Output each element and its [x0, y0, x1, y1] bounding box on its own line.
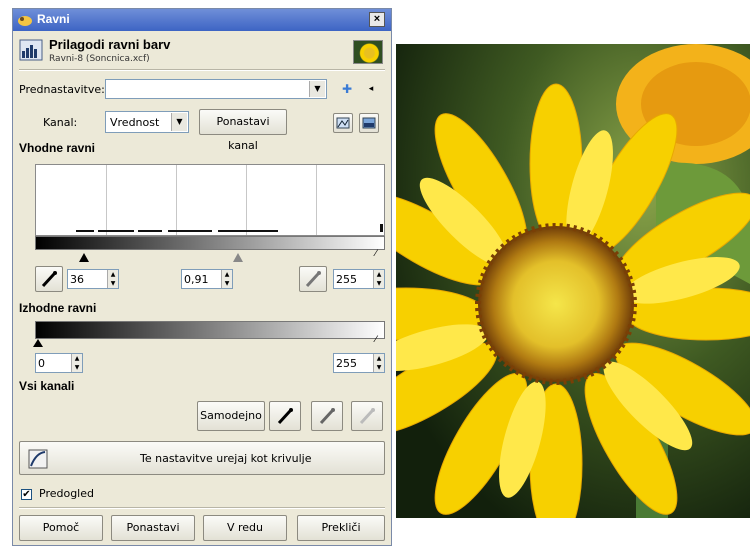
spinner-arrows-icon[interactable]: ▲ ▼ [107, 270, 118, 288]
channel-combo[interactable]: Vrednost ▼ [105, 111, 189, 133]
grid-line [246, 165, 247, 235]
window-title: Ravni [37, 12, 70, 26]
input-levels-heading: Vhodne ravni [19, 141, 96, 155]
input-black-value: 36 [70, 273, 84, 286]
ok-button[interactable]: V redu [203, 515, 287, 541]
output-low-spinner[interactable]: 0 ▲ ▼ [35, 353, 83, 373]
log-histogram-icon [362, 117, 376, 129]
grid-line [106, 165, 107, 235]
input-black-spinner[interactable]: 36 ▲ ▼ [67, 269, 119, 289]
pick-white-button[interactable] [351, 401, 383, 431]
output-gradient[interactable] [35, 321, 385, 339]
reset-button[interactable]: Ponastavi [111, 515, 195, 541]
cancel-button[interactable]: Prekliči [297, 515, 385, 541]
presets-label: Prednastavitve: [19, 83, 105, 96]
channel-value: Vrednost [110, 116, 160, 129]
close-icon: × [373, 13, 381, 25]
spinner-arrows-icon[interactable]: ▲ ▼ [373, 354, 384, 372]
eyedropper-black-icon [277, 408, 293, 425]
add-preset-icon[interactable]: ✚ [339, 81, 355, 97]
image-thumbnail [353, 40, 383, 64]
input-white-value: 255 [336, 273, 357, 286]
histogram-bar [380, 224, 383, 232]
output-black-marker[interactable] [33, 339, 43, 347]
gimp-icon [18, 16, 32, 26]
output-high-spinner[interactable]: 255 ▲ ▼ [333, 353, 385, 373]
input-gamma-marker[interactable] [233, 253, 243, 262]
preset-menu-icon[interactable]: ◂ [363, 81, 379, 97]
input-white-spinner[interactable]: 255 ▲ ▼ [333, 269, 385, 289]
input-gamma-value: 0,91 [184, 273, 209, 286]
footer-divider [19, 507, 385, 509]
histogram-bar [168, 230, 212, 232]
histogram-bar [76, 230, 94, 232]
input-black-marker[interactable] [79, 253, 89, 262]
reset-channel-button[interactable]: Ponastavi kanal [199, 109, 287, 152]
grid-line [316, 165, 317, 235]
histogram-bar [98, 230, 134, 232]
input-white-marker[interactable]: ⁄ [375, 249, 377, 259]
presets-combo[interactable]: ▼ [105, 79, 327, 99]
output-low-value: 0 [38, 357, 45, 370]
preview-checkbox[interactable]: ✔ [21, 489, 32, 500]
spinner-arrows-icon[interactable]: ▲ ▼ [221, 270, 232, 288]
grid-line [176, 165, 177, 235]
chevron-down-icon: ▼ [171, 113, 187, 131]
auto-button[interactable]: Samodejno [197, 401, 265, 431]
log-histogram-button[interactable] [359, 113, 379, 133]
histogram-bar [218, 230, 278, 232]
levels-dialog: Ravni × Prilagodi ravni barv Ravni-8 (So… [12, 8, 392, 546]
close-button[interactable]: × [369, 12, 385, 27]
white-point-picker[interactable] [299, 266, 327, 292]
histogram-bar [138, 230, 162, 232]
spinner-arrows-icon[interactable]: ▲ ▼ [373, 270, 384, 288]
eyedropper-black-icon [41, 271, 57, 288]
all-channels-heading: Vsi kanali [19, 379, 75, 393]
channel-label: Kanal: [43, 116, 78, 129]
header-divider [19, 69, 385, 71]
histogram [35, 164, 385, 236]
black-point-picker[interactable] [35, 266, 63, 292]
edit-as-curves-button[interactable]: Te nastavitve urejaj kot krivulje [19, 441, 385, 475]
sunflower-illustration [396, 44, 750, 518]
pick-black-button[interactable] [269, 401, 301, 431]
linear-histogram-icon [336, 117, 350, 129]
image-name: Ravni-8 (Soncnica.xcf) [49, 54, 150, 64]
chevron-down-icon: ▼ [309, 81, 325, 97]
edit-as-curves-label: Te nastavitve urejaj kot krivulje [140, 452, 312, 465]
levels-icon [19, 39, 43, 61]
dialog-heading: Prilagodi ravni barv [49, 37, 171, 52]
output-levels-heading: Izhodne ravni [19, 301, 97, 315]
input-gamma-spinner[interactable]: 0,91 ▲ ▼ [181, 269, 233, 289]
title-bar[interactable]: Ravni × [13, 9, 391, 31]
linear-histogram-button[interactable] [333, 113, 353, 133]
sunflower-image [396, 44, 750, 518]
eyedropper-white-icon [359, 408, 375, 425]
help-button[interactable]: Pomoč [19, 515, 103, 541]
input-gradient[interactable] [35, 236, 385, 250]
output-white-marker[interactable]: ⁄ [375, 335, 377, 345]
pick-gray-button[interactable] [311, 401, 343, 431]
preview-label[interactable]: Predogled [39, 487, 94, 500]
eyedropper-white-icon [305, 271, 321, 288]
eyedropper-gray-icon [319, 408, 335, 425]
spinner-arrows-icon[interactable]: ▲ ▼ [71, 354, 82, 372]
curves-icon [28, 449, 48, 469]
output-high-value: 255 [336, 357, 357, 370]
